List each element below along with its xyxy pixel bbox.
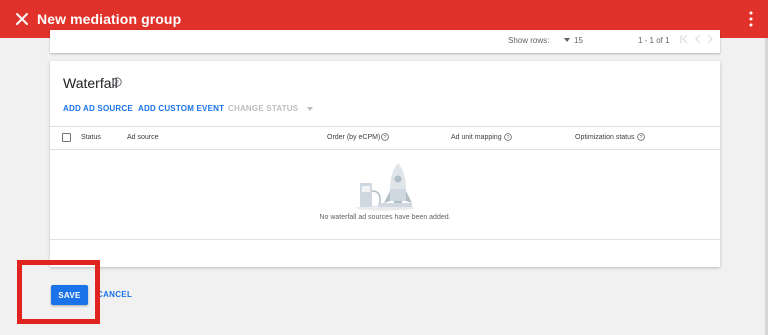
column-status: Status [81,134,101,141]
select-all-checkbox[interactable] [62,133,71,142]
first-page-icon[interactable] [680,34,688,44]
waterfall-title: Waterfall [63,75,118,91]
help-icon[interactable]: ? [504,133,512,141]
column-order: Order (by eCPM) [327,134,381,141]
pagination-range: 1 - 1 of 1 [638,36,670,45]
prev-page-icon[interactable] [694,34,702,44]
add-custom-event-button[interactable]: ADD CUSTOM EVENT [138,104,224,113]
help-icon[interactable]: ? [637,133,645,141]
highlight-box [17,260,100,324]
divider [50,149,720,150]
waterfall-card: Waterfall ? ADD AD SOURCE ADD CUSTOM EVE… [50,61,720,267]
column-ad-unit-mapping: Ad unit mapping [451,134,502,141]
help-icon[interactable]: ? [381,133,389,141]
table-header: Status Ad source Order (by eCPM) ? Ad un… [50,127,720,149]
page-title: New mediation group [37,11,182,27]
cancel-button[interactable]: CANCEL [97,290,132,299]
rows-per-page-select[interactable]: 15 [574,36,583,45]
rows-per-page-label: Show rows: [508,36,550,45]
divider [50,239,720,240]
svg-text:?: ? [507,135,510,141]
rocket-illustration [356,163,414,211]
next-page-icon[interactable] [706,34,714,44]
column-optimization-status: Optimization status [575,134,635,141]
close-icon[interactable] [12,9,32,29]
column-ad-source: Ad source [127,134,159,141]
change-status-button: CHANGE STATUS [228,104,299,113]
chevron-down-icon [564,38,570,42]
help-icon[interactable]: ? [112,77,122,87]
svg-text:?: ? [384,135,387,141]
svg-text:?: ? [640,135,643,141]
chevron-down-icon [307,107,313,111]
add-ad-source-button[interactable]: ADD AD SOURCE [63,104,133,113]
previous-card: Show rows: 15 1 - 1 of 1 [50,30,720,53]
empty-state-message: No waterfall ad sources have been added. [319,214,451,221]
more-vert-icon[interactable] [748,11,754,27]
